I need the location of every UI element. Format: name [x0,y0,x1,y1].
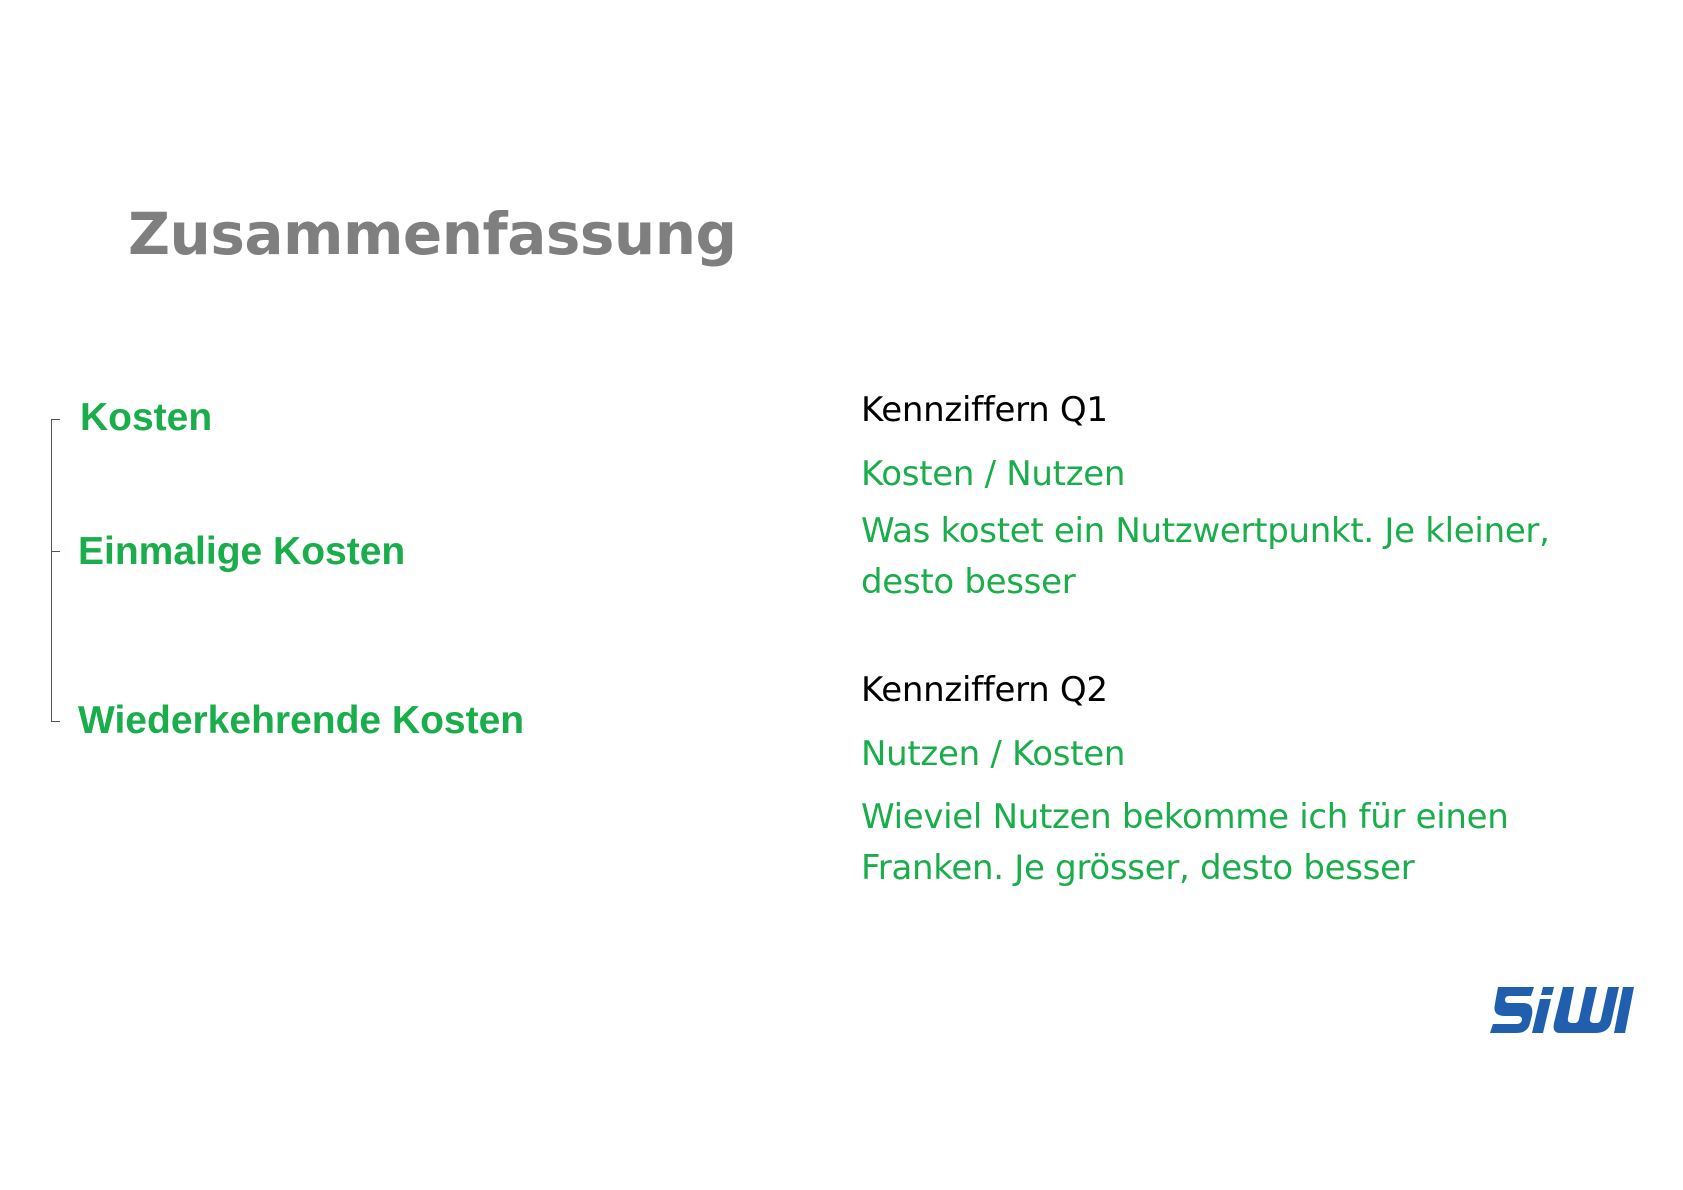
tree-label-einmalige-kosten: Einmalige Kosten [78,530,406,573]
bracket-tick-kosten [51,419,60,420]
tree-label-kosten: Kosten [80,396,213,439]
kennziffern-q1-description: Was kostet ein Nutzwertpunkt. Je kleiner… [861,511,1550,602]
kennziffern-q1-heading: Kennziffern Q1 [861,390,1108,430]
kennziffern-q2-description: Wieviel Nutzen bekomme ich für einen Fra… [861,797,1509,888]
siw-logo [1490,987,1634,1033]
bracket-tick-wiederkehrende [51,721,60,722]
bracket-tick-einmalige [51,551,60,552]
tree-label-wiederkehrende-kosten: Wiederkehrende Kosten [78,699,525,742]
page-title: Zusammenfassung [128,200,737,268]
kennziffern-q1-formula: Kosten / Nutzen [861,454,1126,494]
bracket-vertical-line [51,419,52,722]
kennziffern-q2-heading: Kennziffern Q2 [861,670,1108,710]
kennziffern-q2-formula: Nutzen / Kosten [861,734,1126,774]
